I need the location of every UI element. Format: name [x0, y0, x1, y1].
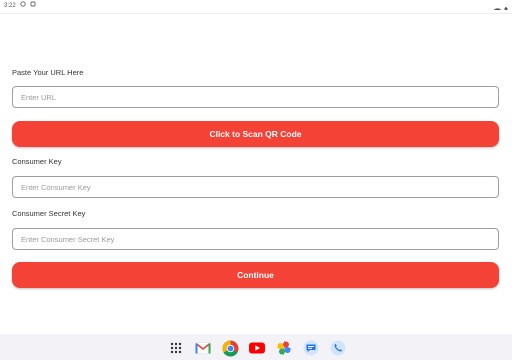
status-time: 3:22 — [4, 2, 16, 9]
status-bar: 3:22 — [0, 0, 512, 14]
app-bar — [0, 10, 512, 14]
app-drawer-icon[interactable] — [167, 339, 185, 357]
notification-icon — [30, 1, 36, 10]
url-label: Paste Your URL Here — [12, 68, 84, 77]
consumer-key-input[interactable] — [12, 176, 499, 198]
photos-icon[interactable] — [275, 339, 293, 357]
messages-icon[interactable] — [302, 339, 320, 357]
nav-bar — [0, 334, 512, 360]
continue-button[interactable]: Continue — [12, 262, 499, 288]
gmail-icon[interactable] — [194, 339, 212, 357]
url-input[interactable] — [12, 86, 499, 108]
youtube-icon[interactable] — [248, 339, 266, 357]
chrome-icon[interactable] — [221, 339, 239, 357]
consumer-secret-input[interactable] — [12, 228, 499, 250]
phone-icon[interactable] — [329, 339, 347, 357]
app-dock — [167, 339, 347, 357]
location-icon — [20, 1, 26, 10]
consumer-key-label: Consumer Key — [12, 157, 62, 166]
consumer-secret-label: Consumer Secret Key — [12, 209, 86, 218]
status-left: 3:22 — [4, 1, 36, 10]
scan-qr-button[interactable]: Click to Scan QR Code — [12, 121, 499, 147]
